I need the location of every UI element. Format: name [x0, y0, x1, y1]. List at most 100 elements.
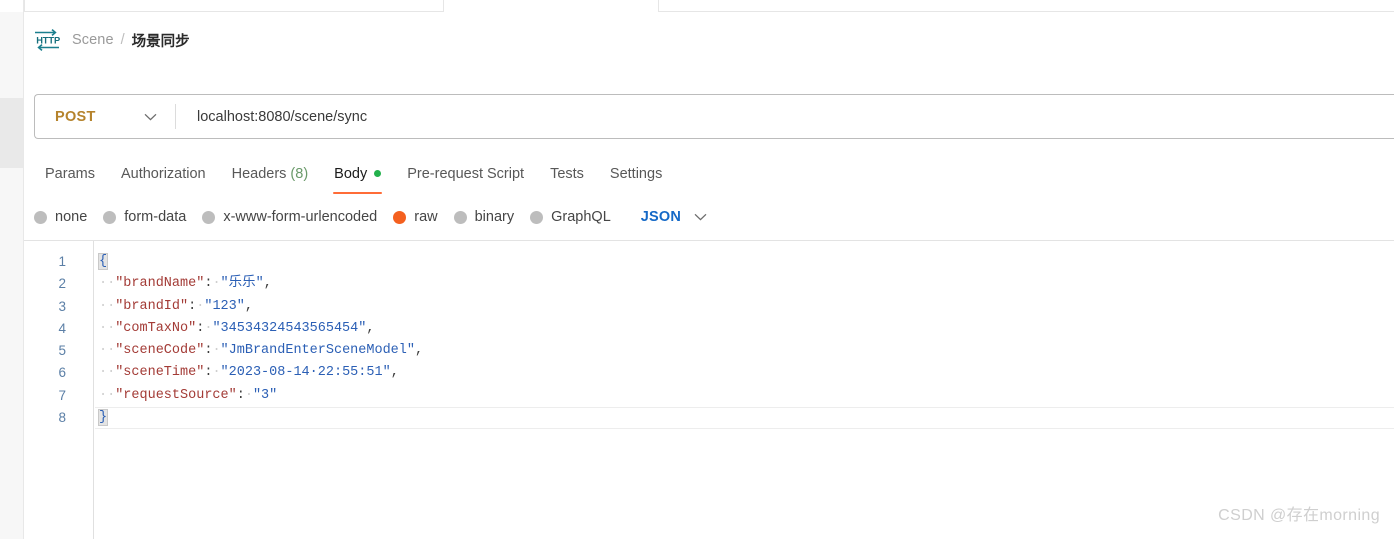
code-token: ,: [244, 298, 253, 314]
tab-label: Tests: [550, 165, 584, 182]
tab-label: Headers: [231, 165, 287, 182]
line-number: 4: [58, 320, 66, 336]
code-token: ··: [99, 320, 116, 336]
line-number: 3: [58, 298, 66, 314]
chevron-down-icon: [694, 213, 707, 221]
code-token: "3": [252, 387, 278, 403]
code-token: ·: [244, 387, 253, 403]
tab-settings[interactable]: Settings: [597, 157, 675, 190]
tab-label: Params: [45, 165, 95, 182]
request-body-editor[interactable]: 1{2 ··"brandName":·"乐乐", 3 ··"brandId":·"12…: [24, 240, 1394, 539]
radio-icon: [34, 210, 47, 224]
request-tabs: Params Authorization Headers (8) Body Pr…: [32, 157, 675, 194]
url-bar: POST localhost:8080/scene/sync: [34, 94, 1394, 139]
body-type-label: GraphQL: [551, 209, 611, 225]
tab-params[interactable]: Params: [32, 157, 108, 190]
breadcrumb-current: 场景同步: [131, 33, 190, 50]
line-text: ··"sceneCode":·"JmBrandEnterSceneModel",: [80, 340, 423, 362]
line-text: }: [80, 407, 109, 429]
tab-tests[interactable]: Tests: [537, 157, 597, 190]
editor-line[interactable]: 6 ··"sceneTime":·"2023-08-14·22:55:51",: [24, 362, 1394, 384]
body-type-label: x-www-form-urlencoded: [223, 209, 378, 225]
code-token: "brandId": [115, 298, 189, 314]
editor-line[interactable]: 7 ··"requestSource":·"3": [24, 385, 1394, 407]
line-number: 2: [58, 276, 66, 292]
code-token: ··: [99, 276, 116, 292]
code-token: ·: [212, 365, 221, 381]
code-token: ,: [390, 365, 399, 381]
code-token: "JmBrandEnterSceneModel": [220, 343, 415, 359]
code-token: ,: [414, 343, 424, 359]
tab-authorization[interactable]: Authorization: [108, 157, 219, 190]
code-token: "comTaxNo": [115, 320, 197, 336]
editor-line[interactable]: 4 ··"comTaxNo":·"34534324543565454",: [24, 318, 1394, 340]
body-type-graphql[interactable]: GraphQL: [530, 209, 611, 225]
tab-label: Authorization: [120, 165, 206, 182]
line-text: ··"comTaxNo":·"34534324543565454",: [80, 318, 374, 340]
body-type-label: raw: [414, 209, 438, 225]
editor-line[interactable]: 1{: [24, 251, 1394, 273]
tab-remnant-right[interactable]: [658, 0, 1394, 12]
watermark: CSDN @存在morning: [1218, 507, 1380, 524]
raw-format-selector[interactable]: JSON: [641, 209, 707, 225]
code-token: "乐乐": [220, 276, 264, 292]
body-type-form-data[interactable]: form-data: [103, 209, 186, 225]
editor-line[interactable]: 2 ··"brandName":·"乐乐",: [24, 273, 1394, 295]
raw-format-label: JSON: [640, 209, 682, 225]
editor-line[interactable]: 3 ··"brandId":·"123",: [24, 296, 1394, 318]
headers-count-badge: (8): [290, 165, 309, 182]
line-number: 8: [58, 410, 66, 426]
code-token: ,: [366, 320, 375, 336]
line-number: 6: [58, 365, 66, 381]
code-token: ··: [99, 365, 116, 381]
body-type-label: form-data: [124, 209, 187, 225]
code-token: ··: [99, 343, 116, 359]
tab-remnant-left[interactable]: [24, 0, 444, 12]
editor-code-area[interactable]: 1{2 ··"brandName":·"乐乐", 3 ··"brandId":·"12…: [24, 251, 1394, 430]
tab-headers[interactable]: Headers (8): [219, 157, 322, 190]
code-token: "sceneTime": [115, 365, 205, 381]
browser-tab-strip: [0, 0, 1394, 12]
body-type-x-www-form-urlencoded[interactable]: x-www-form-urlencoded: [202, 209, 377, 225]
body-type-none[interactable]: none: [34, 209, 87, 225]
request-pane: HTTP Scene / 场景同步 POST localhost:8080/sc…: [24, 12, 1394, 539]
body-modified-dot-icon: [374, 170, 382, 177]
line-text: {: [80, 251, 109, 273]
code-token: "sceneCode": [115, 343, 205, 359]
code-token: "34534324543565454": [212, 320, 367, 336]
code-token: ,: [263, 276, 272, 292]
line-text: ··"brandId":·"123",: [80, 296, 253, 318]
line-text: ··"sceneTime":·"2023-08-14·22:55:51",: [80, 362, 399, 384]
breadcrumb: HTTP Scene / 场景同步: [34, 28, 190, 52]
body-type-label: binary: [474, 209, 515, 225]
line-number: 7: [58, 387, 66, 403]
code-token: "brandName": [115, 276, 205, 292]
tab-label: Pre-request Script: [407, 165, 525, 182]
left-sidebar-rail: [0, 0, 24, 539]
code-token: ··: [99, 298, 116, 314]
sidebar-scrollbar-thumb[interactable]: [0, 98, 23, 168]
url-input[interactable]: localhost:8080/scene/sync: [176, 95, 1394, 138]
tab-body[interactable]: Body: [321, 157, 394, 194]
rail-top-spacer: [0, 0, 23, 12]
breadcrumb-separator: /: [120, 32, 125, 48]
http-protocol-icon: HTTP: [35, 29, 60, 51]
line-number: 5: [58, 343, 66, 359]
method-selector[interactable]: POST: [35, 95, 175, 138]
radio-icon: [530, 210, 544, 224]
editor-line[interactable]: 8}: [24, 407, 1394, 430]
radio-icon: [453, 210, 467, 224]
editor-line[interactable]: 5 ··"sceneCode":·"JmBrandEnterSceneModel"…: [24, 340, 1394, 362]
body-type-options: none form-data x-www-form-urlencoded raw…: [34, 204, 707, 230]
code-token: "123": [204, 298, 245, 314]
radio-icon: [103, 210, 117, 224]
svg-text:HTTP: HTTP: [36, 36, 60, 46]
code-token: :: [236, 387, 245, 403]
tab-pre-request-script[interactable]: Pre-request Script: [394, 157, 537, 190]
body-type-binary[interactable]: binary: [453, 209, 515, 225]
body-type-raw[interactable]: raw: [393, 209, 438, 225]
breadcrumb-parent[interactable]: Scene: [72, 32, 114, 48]
code-token: }: [97, 409, 109, 427]
code-token: "requestSource": [115, 387, 237, 403]
radio-icon: [202, 210, 216, 224]
